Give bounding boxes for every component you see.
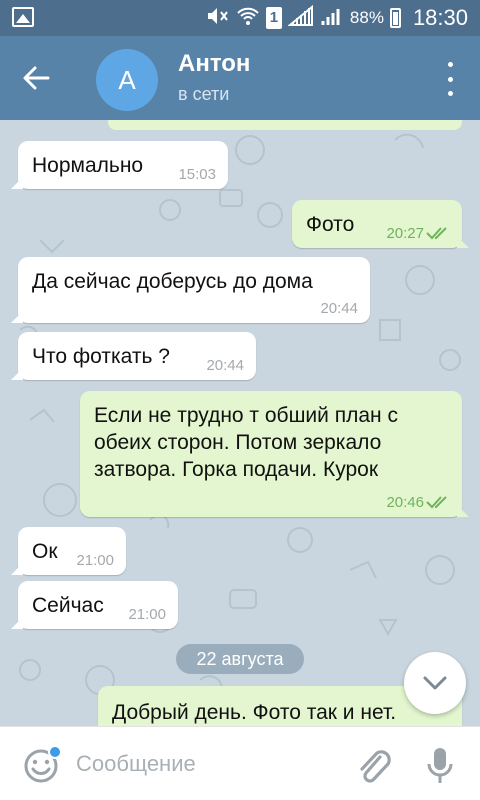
double-check-icon (426, 227, 447, 240)
gallery-icon (12, 7, 34, 27)
message-line: затвора. Горка подачи. Курок (94, 458, 379, 481)
message-text: Фото (306, 213, 355, 236)
message-incoming[interactable]: Нормально 15:03 (11, 141, 228, 189)
dot-icon (447, 76, 453, 82)
battery-percent: 88% (349, 8, 384, 27)
message-incoming[interactable]: Да сейчас доберусь до дома 20:44 (11, 257, 370, 323)
chat-area[interactable]: Нормально 15:03 Фото 20:27 Да сейчас доб… (0, 120, 480, 726)
message-incoming[interactable]: Ок 21:00 (11, 527, 126, 575)
message-time: 20:27 (386, 225, 424, 242)
message-time: 15:03 (178, 166, 216, 183)
paperclip-icon (360, 750, 391, 783)
message-text: Сейчас (32, 594, 104, 617)
message-outgoing[interactable]: Если не трудно т обший план с обеих стор… (80, 391, 469, 517)
battery-icon (389, 8, 401, 28)
back-button[interactable] (14, 58, 58, 98)
previous-message-stub (108, 120, 462, 130)
message-input[interactable] (76, 745, 336, 783)
wifi-icon (236, 5, 260, 32)
attach-button[interactable] (354, 745, 392, 787)
scroll-down-button[interactable] (404, 652, 466, 714)
message-text: Добрый день. Фото так и нет. (112, 701, 397, 724)
message-time: 20:46 (386, 494, 424, 511)
microphone-button[interactable] (424, 745, 456, 787)
message-outgoing[interactable]: Фото 20:27 (292, 200, 469, 248)
message-text: Нормально (32, 154, 144, 177)
dot-icon (447, 62, 453, 67)
dot-icon (447, 91, 453, 96)
avatar[interactable]: А (96, 49, 158, 111)
message-incoming[interactable]: Сейчас 21:00 (11, 581, 178, 629)
status-bar: 1 88% 18:30 (0, 0, 480, 36)
message-text: Если не трудно т обший план с обеих стор… (94, 402, 398, 483)
signal-icon (287, 4, 314, 32)
chevron-down-icon (423, 676, 447, 690)
signal-icon-2 (320, 5, 344, 32)
notification-dot (48, 745, 62, 759)
message-text: Что фоткать ? (32, 345, 170, 368)
message-line: обеих сторон. Потом зеркало (94, 431, 382, 454)
message-text: Ок (32, 540, 58, 563)
more-menu-button[interactable] (440, 62, 460, 96)
microphone-icon (427, 748, 453, 783)
chat-header: А Антон в сети (0, 36, 480, 120)
message-incoming[interactable]: Что фоткать ? 20:44 (11, 332, 256, 380)
status-icons: 1 88% 18:30 (206, 0, 468, 36)
mute-icon (206, 5, 230, 32)
double-check-icon (426, 496, 447, 509)
contact-name[interactable]: Антон (178, 50, 250, 78)
date-separator: 22 августа (176, 644, 304, 674)
contact-status: в сети (178, 84, 230, 104)
back-arrow-icon (23, 66, 50, 90)
message-input-bar (0, 726, 480, 800)
message-text: Да сейчас доберусь до дома (32, 270, 313, 293)
message-line: Если не трудно т обший план с (94, 404, 398, 427)
message-time: 20:44 (206, 357, 244, 374)
message-time: 21:00 (128, 606, 166, 623)
sim-icon: 1 (265, 7, 282, 29)
message-time: 20:44 (320, 300, 358, 317)
message-time: 21:00 (76, 552, 114, 569)
clock: 18:30 (412, 5, 468, 30)
